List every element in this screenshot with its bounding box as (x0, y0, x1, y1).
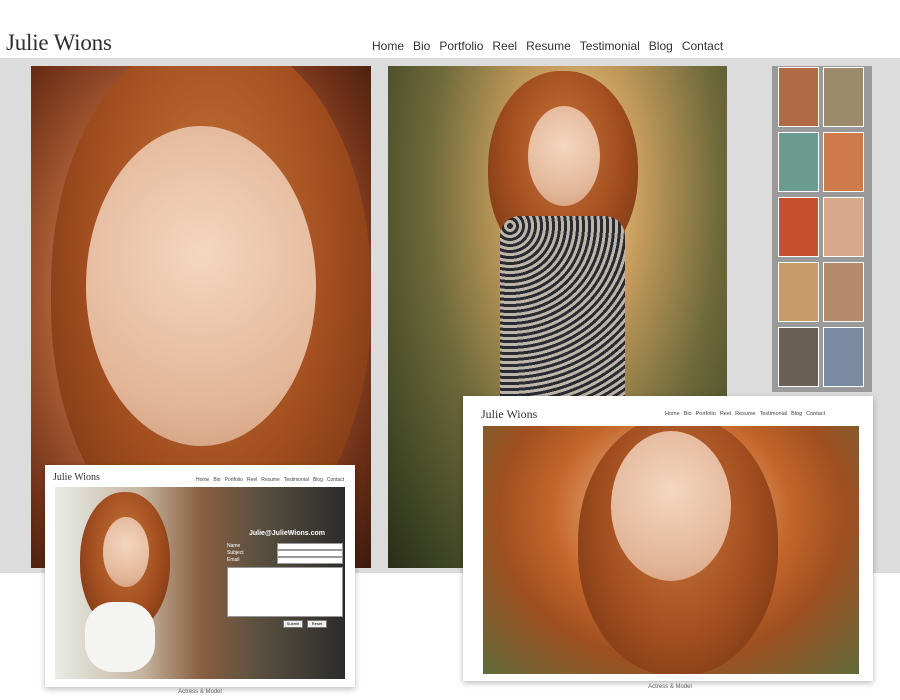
main-nav: Home Bio Portfolio Reel Resume Testimoni… (372, 39, 723, 53)
inset-nav-bio[interactable]: Bio (684, 411, 692, 417)
inset-nav-portfolio[interactable]: Portfolio (696, 411, 716, 417)
gallery-thumbnail[interactable] (823, 262, 864, 322)
gallery-thumbnail[interactable] (778, 132, 819, 192)
inset-nav-reel[interactable]: Reel (720, 411, 731, 417)
inset-nav-reel[interactable]: Reel (247, 477, 257, 483)
name-label: Name (227, 543, 241, 549)
gallery-thumbnail[interactable] (823, 327, 864, 387)
gallery-thumbnail[interactable] (778, 262, 819, 322)
inset-nav-testimonial[interactable]: Testimonial (284, 477, 309, 483)
inset-logo: Julie Wions (481, 407, 538, 421)
inset-nav-blog[interactable]: Blog (313, 477, 323, 483)
cat-image (85, 602, 155, 672)
thumbnail-gallery (772, 66, 872, 392)
subject-field[interactable] (277, 550, 343, 557)
gallery-thumbnail[interactable] (778, 67, 819, 127)
gallery-thumbnail[interactable] (778, 197, 819, 257)
home-page-preview: Julie Wions Home Bio Portfolio Reel Resu… (463, 396, 873, 681)
contact-caption: Actress & Model (178, 689, 222, 695)
nav-portfolio[interactable]: Portfolio (439, 39, 483, 53)
inset-nav-contact[interactable]: Contact (806, 411, 825, 417)
inset-nav-home[interactable]: Home (665, 411, 680, 417)
nav-blog[interactable]: Blog (649, 39, 673, 53)
email-field[interactable] (277, 557, 343, 564)
contact-photo: Julie@JulieWions.com Name Subject Email … (55, 487, 345, 679)
gallery-thumbnail[interactable] (823, 197, 864, 257)
contact-email[interactable]: Julie@JulieWions.com (249, 530, 325, 537)
nav-contact[interactable]: Contact (682, 39, 723, 53)
nav-testimonial[interactable]: Testimonial (580, 39, 640, 53)
gallery-thumbnail[interactable] (823, 132, 864, 192)
inset-nav-resume[interactable]: Resume (261, 477, 280, 483)
inset-nav-contact[interactable]: Contact (327, 477, 344, 483)
nav-resume[interactable]: Resume (526, 39, 571, 53)
inset-nav: Home Bio Portfolio Reel Resume Testimoni… (196, 477, 344, 483)
gallery-thumbnail[interactable] (778, 327, 819, 387)
home-hero-photo (483, 426, 859, 674)
inset-nav-portfolio[interactable]: Portfolio (225, 477, 243, 483)
inset-nav-home[interactable]: Home (196, 477, 209, 483)
message-textarea[interactable] (227, 567, 343, 617)
nav-reel[interactable]: Reel (492, 39, 517, 53)
home-caption: Actress & Model (648, 684, 692, 690)
inset-nav-bio[interactable]: Bio (213, 477, 220, 483)
nav-bio[interactable]: Bio (413, 39, 430, 53)
nav-home[interactable]: Home (372, 39, 404, 53)
reset-button[interactable]: Reset (307, 620, 327, 628)
inset-nav-blog[interactable]: Blog (791, 411, 802, 417)
gallery-thumbnail[interactable] (823, 67, 864, 127)
inset-nav: Home Bio Portfolio Reel Resume Testimoni… (665, 411, 825, 417)
inset-nav-resume[interactable]: Resume (735, 411, 755, 417)
email-label: Email (227, 557, 240, 563)
name-field[interactable] (277, 543, 343, 550)
submit-button[interactable]: Submit (283, 620, 303, 628)
site-logo[interactable]: Julie Wions (6, 30, 112, 56)
inset-nav-testimonial[interactable]: Testimonial (760, 411, 788, 417)
subject-label: Subject (227, 550, 244, 556)
inset-logo: Julie Wions (53, 472, 100, 483)
contact-page-preview: Julie Wions Home Bio Portfolio Reel Resu… (45, 465, 355, 687)
